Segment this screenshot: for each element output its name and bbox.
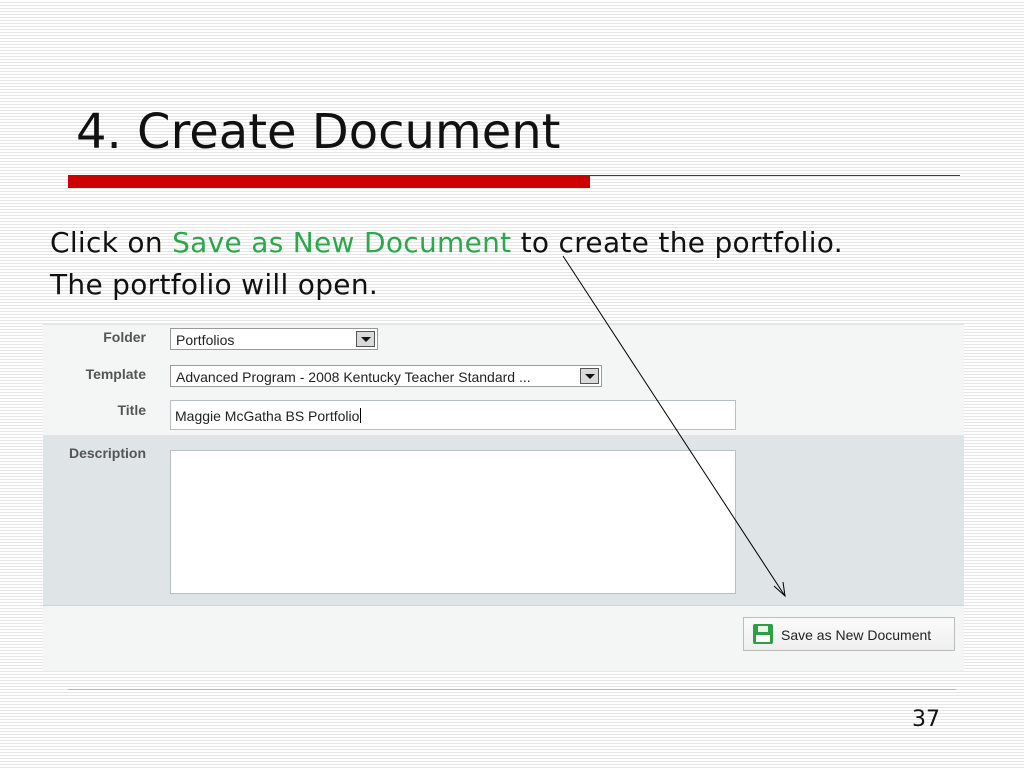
footer-divider [68, 689, 956, 690]
title-underline-thin [590, 175, 960, 176]
instruction-text-after: to create the portfolio. [511, 226, 843, 259]
instruction-line-1: Click on Save as New Document to create … [50, 222, 1020, 264]
text-caret [360, 408, 362, 423]
template-select[interactable]: Advanced Program - 2008 Kentucky Teacher… [170, 365, 602, 387]
instruction-line-2: The portfolio will open. [50, 268, 379, 301]
save-button-label: Save as New Document [781, 627, 932, 643]
instruction-text-before: Click on [50, 226, 173, 259]
folder-label: Folder [103, 329, 146, 345]
instruction-highlight: Save as New Document [172, 226, 512, 259]
title-input[interactable]: Maggie McGatha BS Portfolio [170, 400, 736, 430]
slide-title: 4. Create Document [76, 104, 561, 160]
template-select-value: Advanced Program - 2008 Kentucky Teacher… [176, 369, 531, 385]
description-section: Description [43, 435, 964, 606]
instructions: Click on Save as New Document to create … [50, 222, 1020, 306]
folder-select[interactable]: Portfolios [170, 328, 378, 350]
title-input-text: Maggie McGatha BS Portfolio [175, 408, 360, 424]
chevron-down-icon[interactable] [356, 331, 375, 347]
create-document-form: Folder Portfolios Template Advanced Prog… [43, 324, 964, 671]
title-underline-thick [68, 175, 590, 188]
folder-select-value: Portfolios [176, 332, 235, 348]
description-label: Description [68, 445, 146, 461]
title-input-value: Maggie McGatha BS Portfolio [175, 408, 362, 424]
save-as-new-document-button[interactable]: Save as New Document [743, 617, 955, 651]
page-number: 37 [912, 707, 940, 732]
description-textarea[interactable] [170, 450, 736, 594]
template-label: Template [85, 366, 146, 382]
title-label: Title [117, 402, 146, 418]
chevron-down-icon[interactable] [580, 368, 599, 384]
floppy-disk-icon [753, 624, 773, 644]
